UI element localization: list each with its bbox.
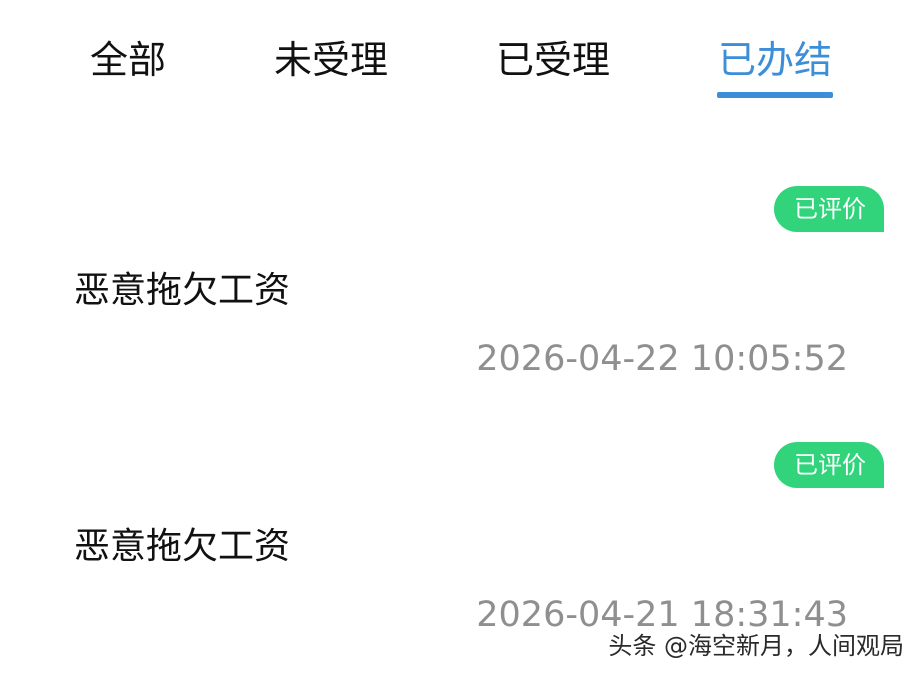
case-list: 已评价 恶意拖欠工资 2026-04-22 10:05:52 已评价 恶意拖欠工…: [0, 150, 922, 662]
tab-pending[interactable]: 未受理: [258, 34, 404, 104]
tab-completed[interactable]: 已办结: [700, 34, 850, 104]
case-timestamp: 2026-04-22 10:05:52: [476, 339, 848, 379]
tab-all[interactable]: 全部: [60, 34, 196, 104]
active-tab-indicator: [717, 92, 833, 98]
status-badge: 已评价: [774, 186, 884, 232]
list-item[interactable]: 已评价 恶意拖欠工资 2026-04-22 10:05:52: [0, 150, 922, 406]
tab-label: 全部: [89, 38, 166, 82]
case-title: 恶意拖欠工资: [74, 270, 291, 311]
list-item[interactable]: 已评价 恶意拖欠工资 2026-04-21 18:31:43: [0, 406, 922, 662]
status-badge: 已评价: [774, 442, 884, 488]
tab-label: 已办结: [717, 38, 832, 82]
tab-label: 已受理: [495, 38, 610, 82]
tab-accepted[interactable]: 已受理: [480, 34, 626, 104]
case-title: 恶意拖欠工资: [74, 526, 291, 567]
watermark-text: 头条 @海空新月，人间观局: [608, 632, 904, 660]
status-tab-bar: 全部 未受理 已受理 已办结: [0, 0, 922, 110]
tab-label: 未受理: [273, 38, 388, 82]
